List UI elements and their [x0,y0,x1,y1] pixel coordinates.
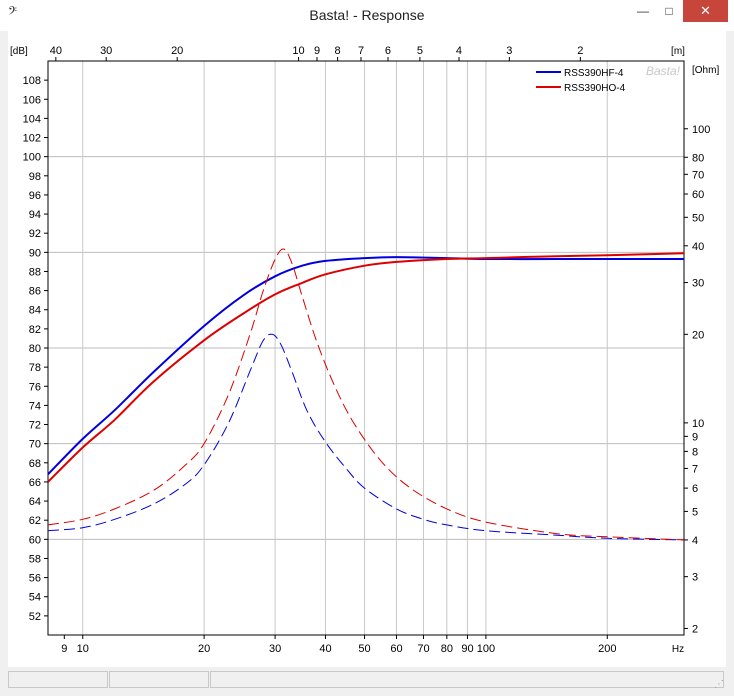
status-segment [109,671,209,688]
top-axis-label: [m] [671,46,685,57]
y-left-tick-label: 80 [29,343,41,355]
y-left-tick-label: 68 [29,458,41,470]
x-axis-label: Hz [672,644,684,655]
top-tick-label: 8 [335,45,341,57]
top-tick-label: 5 [417,45,423,57]
close-button[interactable]: ✕ [683,0,728,22]
y-left-tick-label: 66 [29,477,41,489]
legend-entry: RSS390HO-4 [564,83,626,94]
y-left-tick-label: 56 [29,573,41,585]
y-left-tick-label: 102 [23,133,41,145]
resize-grip-icon[interactable]: ⋰ [714,679,724,690]
y-left-tick-label: 100 [23,152,41,164]
y-right-tick-label: 5 [692,506,698,518]
y-right-tick-label: 4 [692,535,698,547]
top-tick-label: 2 [577,45,583,57]
y-left-tick-label: 74 [29,400,41,412]
y-right-tick-label: 10 [692,418,704,430]
y-left-tick-label: 62 [29,515,41,527]
x-tick-label: 10 [77,643,89,655]
y-left-tick-label: 82 [29,324,41,336]
y-left-tick-label: 92 [29,228,41,240]
y-left-tick-label: 98 [29,171,41,183]
top-tick-label: 3 [506,45,512,57]
top-tick-label: 20 [171,45,183,57]
status-segment [210,671,724,688]
status-bar: ⋰ [8,669,726,691]
x-tick-label: 70 [417,643,429,655]
x-tick-label: 80 [441,643,453,655]
chart-area: 52 54 56 58 60 62 64 66 68 70 72 74 76 78 80 82 84 86 88 90… [8,31,726,667]
y-left-tick-label: 108 [23,75,41,87]
top-tick-label: 6 [385,45,391,57]
y-left-tick-label: 54 [29,592,41,604]
y-left-tick-label: 70 [29,439,41,451]
x-tick-label: 60 [390,643,402,655]
y-left-tick-label: 60 [29,534,41,546]
x-tick-label: 20 [198,643,210,655]
top-tick-label: 9 [314,45,320,57]
y-left-tick-label: 96 [29,190,41,202]
x-tick-label: 200 [598,643,616,655]
minimize-button[interactable]: — [630,0,656,22]
x-tick-label: 40 [319,643,331,655]
y-left-tick-label: 86 [29,286,41,298]
y-left-tick-label: 78 [29,362,41,374]
y-right-tick-label: 3 [692,572,698,584]
y-left-tick-label: 72 [29,420,41,432]
watermark: Basta! [646,64,681,78]
y-right-tick-label: 40 [692,241,704,253]
y-right-tick-label: 80 [692,152,704,164]
y-left-tick-label: 76 [29,381,41,393]
x-tick-label: 100 [477,643,495,655]
y-right-tick-label: 70 [692,169,704,181]
y-left-tick-label: 64 [29,496,41,508]
y-left-tick-label: 106 [23,94,41,106]
y-right-tick-label: 2 [692,623,698,635]
maximize-button[interactable]: □ [656,0,682,22]
y-left-tick-label: 104 [23,113,41,125]
y-right-axis-label: [Ohm] [692,65,719,76]
y-right-tick-label: 20 [692,329,704,341]
y-left-tick-label: 90 [29,247,41,259]
top-tick-label: 40 [50,45,62,57]
y-right-tick-label: 7 [692,463,698,475]
y-left-tick-label: 84 [29,305,41,317]
y-right-tick-label: 6 [692,483,698,495]
top-tick-label: 30 [100,45,112,57]
y-right-tick-label: 8 [692,446,698,458]
x-tick-label: 30 [269,643,281,655]
y-left-tick-label: 88 [29,266,41,278]
top-tick-label: 7 [358,45,364,57]
y-right-tick-label: 30 [692,278,704,290]
x-tick-label: 90 [461,643,473,655]
legend-entry: RSS390HF-4 [564,68,624,79]
status-segment [8,671,108,688]
response-chart: 5254565860626466687072747678808284868890… [10,45,719,655]
x-tick-label: 50 [358,643,370,655]
top-tick-label: 10 [292,45,304,57]
y-left-axis-label: [dB] [10,46,28,57]
y-left-tick-label: 94 [29,209,41,221]
title-bar: 𝄢 Basta! - Response — □ ✕ [0,0,734,31]
y-right-tick-label: 50 [692,212,704,224]
x-tick-label: 9 [61,643,67,655]
y-left-tick-label: 58 [29,553,41,565]
window-title: Basta! - Response [309,7,425,23]
top-tick-label: 4 [456,45,462,57]
y-right-tick-label: 9 [692,431,698,443]
y-left-tick-label: 52 [29,611,41,623]
y-right-tick-label: 60 [692,189,704,201]
y-right-tick-label: 100 [692,124,710,136]
